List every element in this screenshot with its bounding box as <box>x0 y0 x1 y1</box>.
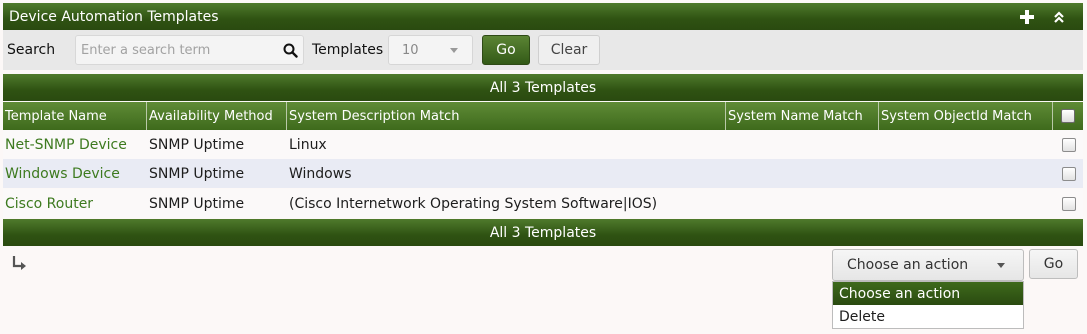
sys-objectid-cell <box>879 189 1053 218</box>
column-header-availability-method[interactable]: Availability Method <box>147 102 287 130</box>
sys-name-cell <box>726 130 879 159</box>
clear-button[interactable]: Clear <box>538 35 600 65</box>
search-toolbar: Search Templates 10 Go Clear <box>3 30 1083 70</box>
page-size-label: Templates <box>312 42 384 58</box>
search-input[interactable] <box>76 42 277 58</box>
sys-descr-cell: Linux <box>289 136 327 153</box>
column-header-system-description-match[interactable]: System Description Match <box>287 102 726 130</box>
bulk-action-options: Choose an action Delete <box>832 281 1024 329</box>
availability-cell: SNMP Uptime <box>149 195 245 212</box>
panel-title: Device Automation Templates <box>9 8 219 25</box>
sys-descr-cell: Windows <box>289 165 352 182</box>
row-select-cell <box>1053 130 1083 159</box>
search-box <box>75 35 304 65</box>
action-option-choose[interactable]: Choose an action <box>833 282 1023 305</box>
chevron-down-icon <box>997 262 1005 268</box>
row-checkbox[interactable] <box>1062 166 1076 181</box>
row-checkbox[interactable] <box>1062 196 1076 211</box>
table-header: Template Name Availability Method System… <box>3 102 1083 130</box>
template-name-cell: Net-SNMP Device <box>3 130 147 159</box>
sys-name-cell <box>726 159 879 188</box>
panel-titlebar: Device Automation Templates <box>3 3 1083 30</box>
bulk-action-dropdown: Choose an action Choose an action Delete <box>832 249 1024 329</box>
action-option-delete[interactable]: Delete <box>833 305 1023 328</box>
double-chevron-up-icon[interactable] <box>1049 7 1069 27</box>
bulk-action-go-button[interactable]: Go <box>1029 249 1078 279</box>
count-text: All 3 Templates <box>489 79 597 96</box>
sys-objectid-cell <box>879 159 1053 188</box>
bulk-action-selected: Choose an action <box>847 257 969 273</box>
page-size-value: 10 <box>402 42 419 58</box>
count-text: All 3 Templates <box>489 224 597 241</box>
column-header-system-name-match[interactable]: System Name Match <box>726 102 879 130</box>
column-header-template-name[interactable]: Template Name <box>3 102 147 130</box>
availability-cell: SNMP Uptime <box>149 165 245 182</box>
titlebar-icons <box>1017 7 1083 27</box>
table-row: Windows Device SNMP Uptime Windows <box>3 159 1083 188</box>
row-select-cell <box>1053 159 1083 188</box>
template-name-cell: Cisco Router <box>3 189 147 218</box>
chevron-down-icon <box>450 47 458 53</box>
template-name-cell: Windows Device <box>3 159 147 188</box>
row-select-cell <box>1053 189 1083 218</box>
magnifier-icon[interactable] <box>277 36 303 64</box>
sys-objectid-cell <box>879 130 1053 159</box>
column-header-system-objectid-match[interactable]: System ObjectId Match <box>879 102 1053 130</box>
count-bar-top: All 3 Templates <box>3 74 1083 101</box>
select-all-checkbox[interactable] <box>1061 109 1075 123</box>
table-row: Net-SNMP Device SNMP Uptime Linux <box>3 130 1083 159</box>
turn-down-right-arrow-icon <box>11 255 27 271</box>
table-row: Cisco Router SNMP Uptime (Cisco Internet… <box>3 189 1083 218</box>
sys-descr-cell: (Cisco Internetwork Operating System Sof… <box>289 195 658 212</box>
template-link[interactable]: Cisco Router <box>5 196 93 212</box>
select-all-cell <box>1053 102 1083 130</box>
sys-name-cell <box>726 189 879 218</box>
bulk-action-select[interactable]: Choose an action <box>832 249 1024 281</box>
template-link[interactable]: Net-SNMP Device <box>5 137 127 153</box>
template-link[interactable]: Windows Device <box>5 166 120 182</box>
availability-cell: SNMP Uptime <box>149 136 245 153</box>
count-bar-bottom: All 3 Templates <box>3 219 1083 246</box>
row-checkbox[interactable] <box>1062 137 1076 152</box>
search-label: Search <box>7 42 56 58</box>
plus-icon[interactable] <box>1017 7 1037 27</box>
page-size-select[interactable]: 10 <box>388 35 473 65</box>
search-go-button[interactable]: Go <box>482 35 530 65</box>
